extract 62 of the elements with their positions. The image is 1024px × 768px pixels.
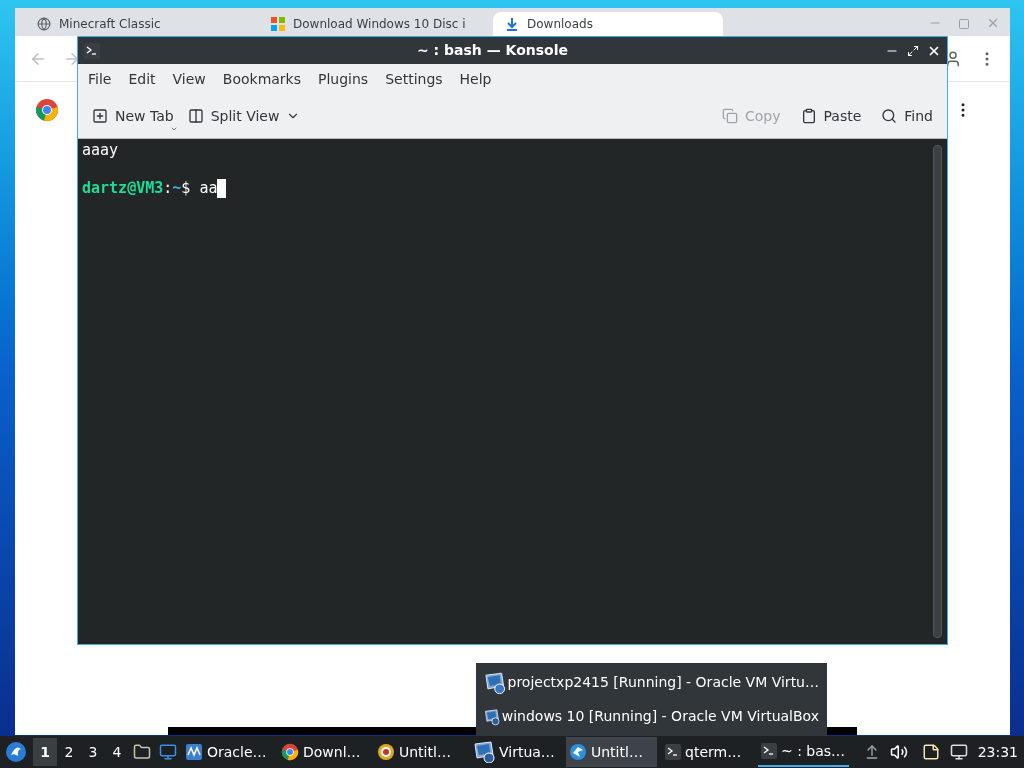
taskbar-task[interactable]: ~ : bas… bbox=[758, 737, 849, 767]
window-list-item[interactable]: windows 10 [Running] - Oracle VM VirtualBox bbox=[484, 705, 819, 728]
bird-icon bbox=[569, 743, 587, 761]
desktop-switch[interactable]: 2 bbox=[57, 738, 81, 766]
toolbar-button[interactable]: Find bbox=[881, 105, 933, 127]
menu-item[interactable]: Help bbox=[453, 68, 498, 90]
search-icon bbox=[881, 108, 898, 124]
prompt-user: dartz@VM3 bbox=[82, 179, 164, 198]
terminal-icon bbox=[665, 744, 681, 760]
tab-title: Minecraft Classic bbox=[59, 17, 161, 31]
browser-tab[interactable]: Downloads bbox=[493, 12, 723, 36]
tab-title: Download Windows 10 Disc i bbox=[293, 17, 466, 31]
terminal-output: aaay bbox=[82, 141, 120, 160]
taskbar-task[interactable]: Virtua… bbox=[470, 737, 561, 767]
window-list-item[interactable]: projectxp2415 [Running] - Oracle VM Virtu… bbox=[484, 671, 819, 694]
maximize-icon[interactable] bbox=[907, 44, 919, 57]
desktop-icon[interactable] bbox=[159, 743, 177, 761]
clock[interactable]: 23:31 bbox=[977, 741, 1018, 763]
desktop-switch[interactable]: 1 bbox=[33, 738, 57, 766]
split-view-icon bbox=[187, 108, 204, 124]
taskbar-task[interactable]: qterm… bbox=[662, 737, 753, 767]
menu-item[interactable]: Plugins bbox=[312, 68, 375, 90]
terminal-icon bbox=[761, 743, 777, 759]
taskbar-task[interactable]: Untitl… bbox=[566, 737, 657, 767]
taskbar-task[interactable]: Downl… bbox=[278, 737, 369, 767]
toolbar-button[interactable]: Paste bbox=[800, 105, 862, 127]
chrome-icon bbox=[281, 743, 299, 761]
desktop-switch[interactable]: 4 bbox=[105, 738, 129, 766]
menu-item[interactable]: View bbox=[166, 68, 212, 90]
toolbar-button[interactable]: New Tab bbox=[92, 105, 174, 127]
virtual-machine-icon bbox=[484, 671, 506, 694]
prompt-separator: : bbox=[163, 179, 173, 198]
windows-logo-icon bbox=[271, 17, 285, 31]
toolbar-button[interactable]: Split View bbox=[187, 105, 301, 127]
browser-tab[interactable]: Minecraft Classic bbox=[25, 12, 255, 36]
menu-item[interactable]: Bookmarks bbox=[216, 68, 307, 90]
copy-icon bbox=[722, 108, 738, 124]
taskbar-task[interactable]: Oracle… bbox=[182, 737, 273, 767]
target-icon bbox=[377, 743, 395, 761]
prompt-symbol: $ bbox=[181, 179, 191, 198]
menu-item[interactable]: Edit bbox=[122, 68, 162, 90]
command-text: aa bbox=[199, 179, 218, 198]
volume-icon[interactable] bbox=[889, 743, 908, 761]
cursor bbox=[217, 179, 227, 198]
terminal-icon bbox=[84, 42, 100, 59]
tab-title: Downloads bbox=[527, 17, 593, 31]
download-icon bbox=[505, 17, 519, 31]
menu-item[interactable]: Settings bbox=[379, 68, 449, 90]
chrome-icon bbox=[35, 98, 59, 122]
browser-tab[interactable]: Download Windows 10 Disc i bbox=[259, 12, 489, 36]
menu-item[interactable]: File bbox=[82, 68, 118, 90]
monitor-chart-icon bbox=[185, 743, 203, 761]
window-title: ~ : bash — Konsole bbox=[416, 41, 569, 60]
virtual-machine-icon bbox=[473, 741, 495, 763]
new-tab-icon bbox=[92, 108, 108, 124]
taskbar-task[interactable]: Untitl… bbox=[374, 737, 465, 767]
desktop-switch[interactable]: 3 bbox=[81, 738, 105, 766]
folder-icon[interactable] bbox=[133, 743, 151, 761]
network-icon[interactable] bbox=[949, 743, 968, 761]
prompt-path: ~ bbox=[172, 179, 182, 198]
start-menu-icon[interactable] bbox=[5, 741, 27, 763]
globe-icon bbox=[37, 17, 51, 31]
